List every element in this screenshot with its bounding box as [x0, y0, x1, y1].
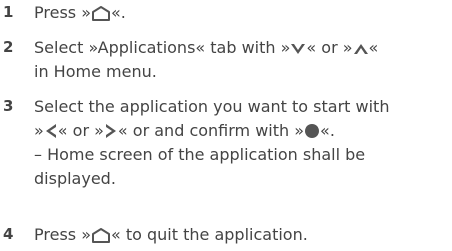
home-icon	[91, 5, 111, 21]
step-number: 1	[3, 3, 14, 21]
instruction-steps: 1 Press » «. 2 Select »Applications« tab …	[0, 0, 452, 251]
step-text: Press » «.	[34, 3, 126, 22]
ok-button-icon	[304, 123, 320, 139]
step-number: 3	[3, 97, 14, 115]
home-icon	[91, 227, 111, 243]
step-text: Select »Applications« tab with » « or » « …	[34, 38, 379, 81]
step-text: Select the application you want to start…	[34, 97, 390, 188]
arrow-down-icon	[290, 42, 306, 56]
arrow-left-icon	[44, 123, 58, 139]
arrow-right-icon	[104, 123, 118, 139]
step-number: 2	[3, 38, 14, 56]
step-number: 4	[3, 225, 14, 243]
arrow-up-icon	[353, 42, 369, 56]
step-text: Press » « to quit the application.	[34, 225, 308, 244]
